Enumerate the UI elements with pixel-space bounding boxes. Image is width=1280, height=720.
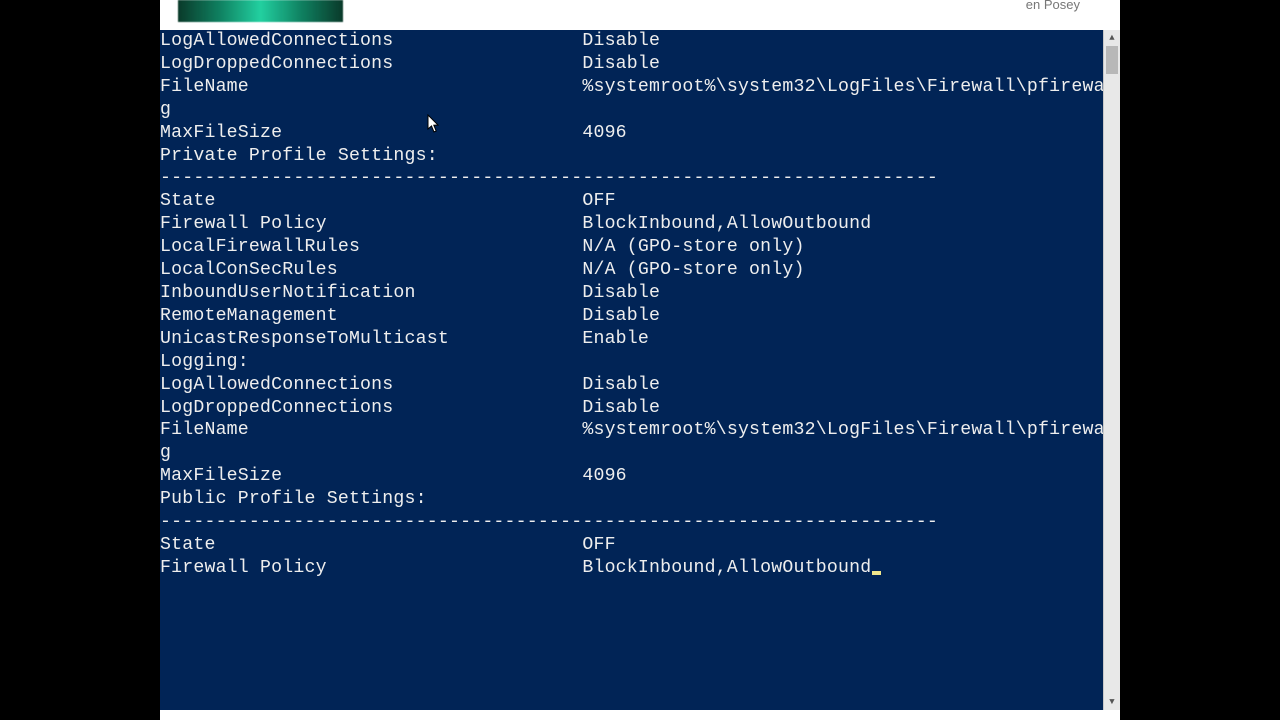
terminal-line: MaxFileSize 4096 [160, 465, 1104, 488]
terminal-output: LogAllowedConnections DisableLogDroppedC… [160, 30, 1104, 710]
terminal-line: g [160, 442, 1104, 465]
terminal-line: FileName %systemroot%\system32\LogFiles\… [160, 419, 1104, 442]
window-container: en Posey LogAllowedConnections DisableLo… [160, 0, 1120, 720]
terminal-line: LocalConSecRules N/A (GPO-store only) [160, 259, 1104, 282]
terminal-line: LogDroppedConnections Disable [160, 53, 1104, 76]
scrollbar-thumb[interactable] [1106, 46, 1118, 74]
terminal-line: InboundUserNotification Disable [160, 282, 1104, 305]
terminal-line: LogAllowedConnections Disable [160, 30, 1104, 53]
terminal-line: RemoteManagement Disable [160, 305, 1104, 328]
terminal-line: LogDroppedConnections Disable [160, 397, 1104, 420]
terminal-line: Logging: [160, 351, 1104, 374]
terminal-line: Public Profile Settings: [160, 488, 1104, 511]
terminal-line: LocalFirewallRules N/A (GPO-store only) [160, 236, 1104, 259]
terminal-line: LogAllowedConnections Disable [160, 374, 1104, 397]
scroll-up-button[interactable]: ▲ [1104, 30, 1120, 46]
terminal-line: Firewall Policy BlockInbound,AllowOutbou… [160, 557, 1104, 580]
terminal-line: State OFF [160, 190, 1104, 213]
terminal-line: Firewall Policy BlockInbound,AllowOutbou… [160, 213, 1104, 236]
author-label-fragment: en Posey [1026, 0, 1080, 13]
terminal-line: State OFF [160, 534, 1104, 557]
terminal-line: g [160, 99, 1104, 122]
scroll-down-button[interactable]: ▼ [1104, 694, 1120, 710]
terminal-line: MaxFileSize 4096 [160, 122, 1104, 145]
terminal-line: UnicastResponseToMulticast Enable [160, 328, 1104, 351]
powershell-terminal[interactable]: LogAllowedConnections DisableLogDroppedC… [160, 30, 1104, 710]
terminal-line: ----------------------------------------… [160, 511, 1104, 534]
terminal-line: Private Profile Settings: [160, 145, 1104, 168]
vertical-scrollbar[interactable]: ▲ ▼ [1103, 30, 1120, 710]
terminal-line: ----------------------------------------… [160, 167, 1104, 190]
text-cursor [872, 571, 881, 575]
tab-thumbnail[interactable] [178, 0, 343, 22]
terminal-line: FileName %systemroot%\system32\LogFiles\… [160, 76, 1104, 99]
